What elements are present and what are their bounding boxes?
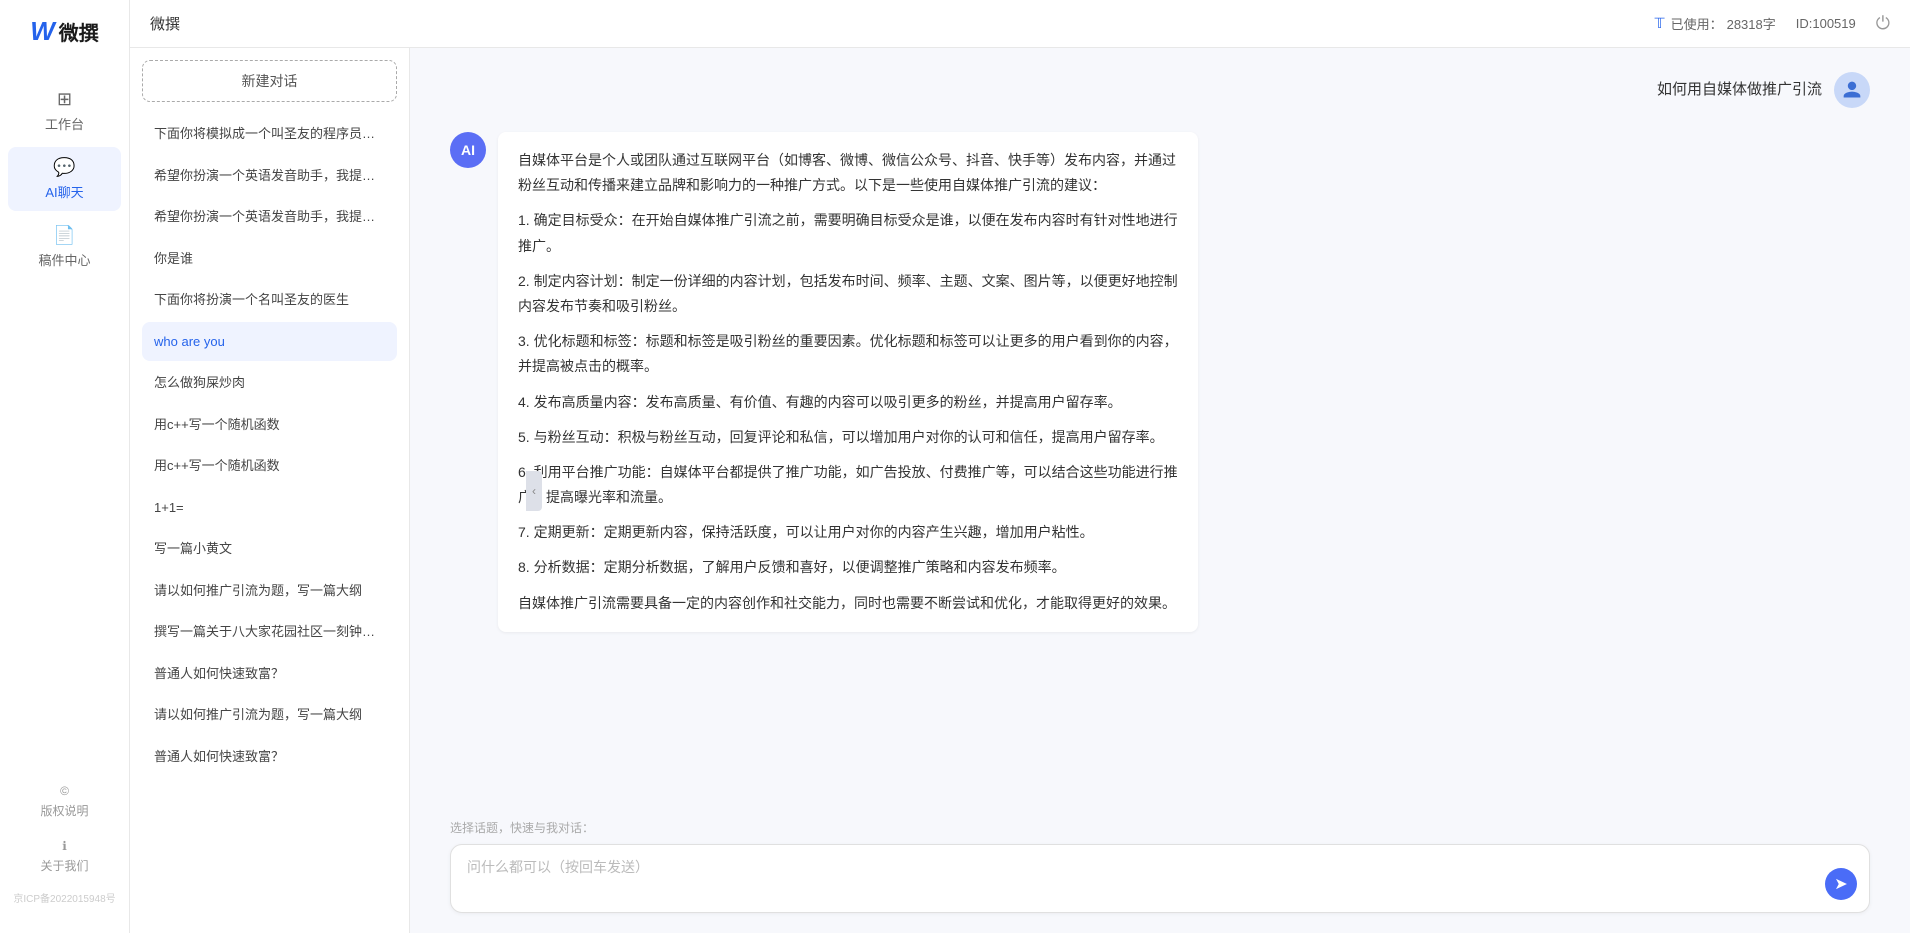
ai-conclusion: 自媒体推广引流需要具备一定的内容创作和社交能力，同时也需要不断尝试和优化，才能取… [518,591,1178,616]
copyright-item[interactable]: © 版权说明 [8,776,121,827]
sidebar-item-workbench[interactable]: ⊞ 工作台 [8,79,121,143]
sidebar-item-ai-chat[interactable]: 💬 AI聊天 [8,147,121,211]
user-message-text: 如何用自媒体做推广引流 [1657,81,1822,98]
chat-icon: 💬 [53,157,75,178]
input-area: 选择话题，快速与我对话： ➤ [410,807,1910,933]
about-label: 关于我们 [40,857,88,874]
workbench-icon: ⊞ [57,89,72,110]
ai-intro: 自媒体平台是个人或团队通过互联网平台（如博客、微博、微信公众号、抖音、快手等）发… [518,148,1178,198]
drafts-icon: 📄 [53,225,75,246]
sidebar-item-drafts[interactable]: 📄 稿件中心 [8,215,121,279]
ai-avatar: AI [450,132,486,168]
ai-point-6: 6. 利用平台推广功能：自媒体平台都提供了推广功能，如广告投放、付费推广等，可以… [518,460,1178,510]
list-item[interactable]: 下面你将扮演一个名叫圣友的医生 [142,280,397,320]
send-icon: ➤ [1834,874,1847,894]
sidebar-item-label: 工作台 [45,114,84,133]
list-item[interactable]: 怎么做狗屎炒肉 [142,363,397,403]
input-box: ➤ [450,844,1870,913]
copyright-label: 版权说明 [40,802,88,819]
list-item[interactable]: 撰写一篇关于八大家花园社区一刻钟便民生... [142,612,397,652]
ai-point-1: 1. 确定目标受众：在开始自媒体推广引流之前，需要明确目标受众是谁，以便在发布内… [518,208,1178,258]
collapse-button[interactable]: ‹ [526,471,542,511]
main: 微撰 𝕋 已使用： 28318字 ID:100519 ⏻ 新建对话 下面你将模拟… [130,0,1910,933]
sidebar-item-label: AI聊天 [45,182,83,201]
ai-point-3: 3. 优化标题和标签：标题和标签是吸引粉丝的重要因素。优化标题和标签可以让更多的… [518,329,1178,379]
list-item[interactable]: 用c++写一个随机函数 [142,446,397,486]
about-icon: ℹ [62,839,67,853]
list-item[interactable]: 请以如何推广引流为题，写一篇大纲 [142,571,397,611]
topbar-title: 微撰 [150,13,1655,34]
user-message-bubble: 如何用自媒体做推广引流 [1657,72,1822,108]
user-id: ID:100519 [1796,16,1856,31]
topbar: 微撰 𝕋 已使用： 28318字 ID:100519 ⏻ [130,0,1910,48]
power-button[interactable]: ⏻ [1876,13,1890,34]
list-item[interactable]: 普通人如何快速致富？ [142,737,397,777]
list-item[interactable]: 1+1= [142,488,397,528]
usage-count: 28318字 [1727,14,1776,33]
ai-message-row: AI 自媒体平台是个人或团队通过互联网平台（如博客、微博、微信公众号、抖音、快手… [450,132,1870,632]
topbar-right: 𝕋 已使用： 28318字 ID:100519 ⏻ [1655,13,1890,34]
list-item[interactable]: 下面你将模拟成一个叫圣友的程序员，我说... [142,114,397,154]
quick-topics-label: 选择话题，快速与我对话： [450,819,1870,836]
send-button[interactable]: ➤ [1825,868,1857,900]
logo-icon: W [30,16,55,47]
chat-list: 新建对话 下面你将模拟成一个叫圣友的程序员，我说... 希望你扮演一个英语发音助… [130,48,410,933]
usage-label: 已使用： [1671,14,1723,33]
list-item[interactable]: 普通人如何快速致富？ [142,654,397,694]
logo-name: 微撰 [59,17,99,46]
ai-point-5: 5. 与粉丝互动：积极与粉丝互动，回复评论和私信，可以增加用户对你的认可和信任，… [518,425,1178,450]
ai-point-8: 8. 分析数据：定期分析数据，了解用户反馈和喜好，以便调整推广策略和内容发布频率… [518,555,1178,580]
icp-text: 京ICP备2022015948号 [8,886,121,909]
nav-items: ⊞ 工作台 💬 AI聊天 📄 稿件中心 [0,79,129,776]
sidebar: W 微撰 ⊞ 工作台 💬 AI聊天 📄 稿件中心 © 版权说明 ℹ 关于我们 京… [0,0,130,933]
about-item[interactable]: ℹ 关于我们 [8,831,121,882]
ai-point-7: 7. 定期更新：定期更新内容，保持活跃度，可以让用户对你的内容产生兴趣，增加用户… [518,520,1178,545]
logo: W 微撰 [30,16,99,47]
list-item[interactable]: 你是谁 [142,239,397,279]
ai-point-4: 4. 发布高质量内容：发布高质量、有价值、有趣的内容可以吸引更多的粉丝，并提高用… [518,390,1178,415]
list-item[interactable]: 请以如何推广引流为题，写一篇大纲 [142,695,397,735]
message-input[interactable] [467,857,1819,897]
usage-icon: 𝕋 [1655,15,1665,32]
list-item[interactable]: 用c++写一个随机函数 [142,405,397,445]
user-message-row: 如何用自媒体做推广引流 [450,72,1870,108]
list-item[interactable]: 希望你扮演一个英语发音助手，我提供给你... [142,197,397,237]
messages-container: 如何用自媒体做推广引流 AI 自媒体平台是个人或团队通过互联网平台（如博客、微博… [410,48,1910,807]
usage-display: 𝕋 已使用： 28318字 [1655,14,1776,33]
ai-point-2: 2. 制定内容计划：制定一份详细的内容计划，包括发布时间、频率、主题、文案、图片… [518,269,1178,319]
copyright-icon: © [60,784,69,798]
ai-message-bubble: 自媒体平台是个人或团队通过互联网平台（如博客、微博、微信公众号、抖音、快手等）发… [498,132,1198,632]
list-item[interactable]: 写一篇小黄文 [142,529,397,569]
content-area: 新建对话 下面你将模拟成一个叫圣友的程序员，我说... 希望你扮演一个英语发音助… [130,48,1910,933]
user-avatar [1834,72,1870,108]
new-chat-button[interactable]: 新建对话 [142,60,397,102]
sidebar-footer: © 版权说明 ℹ 关于我们 京ICP备2022015948号 [0,776,129,909]
chat-area: 如何用自媒体做推广引流 AI 自媒体平台是个人或团队通过互联网平台（如博客、微博… [410,48,1910,933]
list-item[interactable]: 希望你扮演一个英语发音助手，我提供给你... [142,156,397,196]
list-item-active[interactable]: who are you [142,322,397,362]
sidebar-item-label: 稿件中心 [38,250,90,269]
